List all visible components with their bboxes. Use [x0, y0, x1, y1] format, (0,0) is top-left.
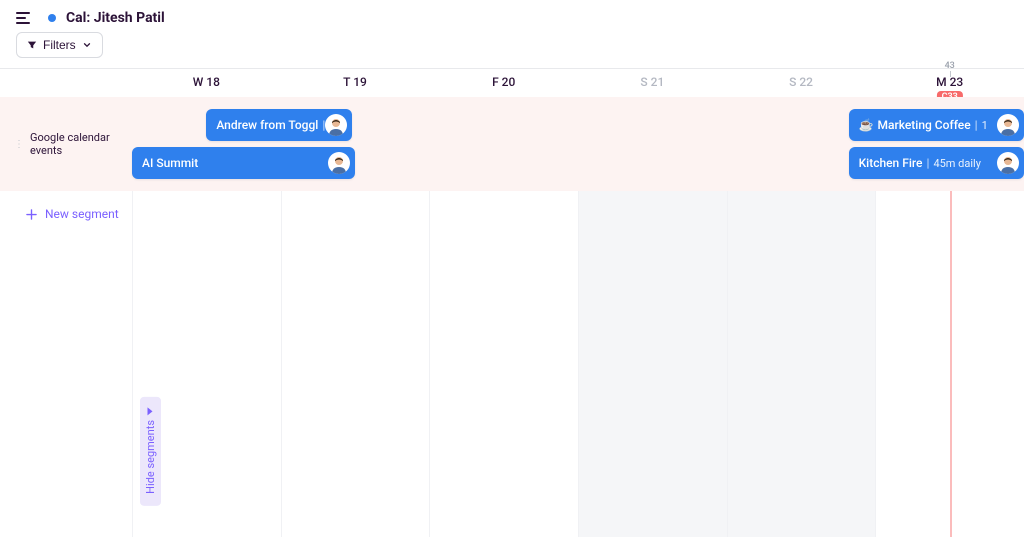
calendar-event[interactable]: Kitchen Fire|45m daily: [849, 147, 1024, 179]
plus-icon: [26, 209, 37, 220]
filters-label: Filters: [43, 38, 76, 52]
calendar-event[interactable]: AI Summit: [132, 147, 355, 179]
funnel-icon: [27, 40, 37, 50]
calendar-event[interactable]: ☕Marketing Coffee|1: [849, 109, 1024, 141]
day-header: W 18 T 19 F 20 S 21 S 22 43 M 23 C33: [0, 69, 1024, 97]
avatar: [997, 152, 1019, 174]
new-segment-button[interactable]: New segment: [0, 191, 1024, 221]
calendar-event[interactable]: Andrew from Toggl|do: [206, 109, 352, 141]
avatar: [328, 152, 350, 174]
day-col[interactable]: F 20: [429, 69, 578, 97]
day-col[interactable]: S 22: [727, 69, 876, 97]
page-title: Cal: Jitesh Patil: [66, 10, 165, 26]
hide-segments-button[interactable]: Hide segments: [140, 397, 161, 506]
avatar: [325, 114, 347, 136]
triangle-icon: [148, 408, 153, 416]
day-col[interactable]: S 21: [578, 69, 727, 97]
day-col-today[interactable]: 43 M 23 C33: [875, 69, 1024, 97]
segment-row: ⋮ Google calendar events Andrew from Tog…: [0, 97, 1024, 191]
filters-button[interactable]: Filters: [16, 32, 103, 58]
chevron-down-icon: [82, 40, 92, 50]
segment-label[interactable]: ⋮ Google calendar events: [0, 97, 132, 191]
drag-handle-icon[interactable]: ⋮: [14, 139, 24, 150]
avatar: [997, 114, 1019, 136]
day-col[interactable]: W 18: [132, 69, 281, 97]
menu-icon[interactable]: [16, 12, 32, 24]
day-col[interactable]: T 19: [281, 69, 430, 97]
status-dot: [48, 14, 56, 22]
minute-tick: 43: [945, 61, 955, 71]
